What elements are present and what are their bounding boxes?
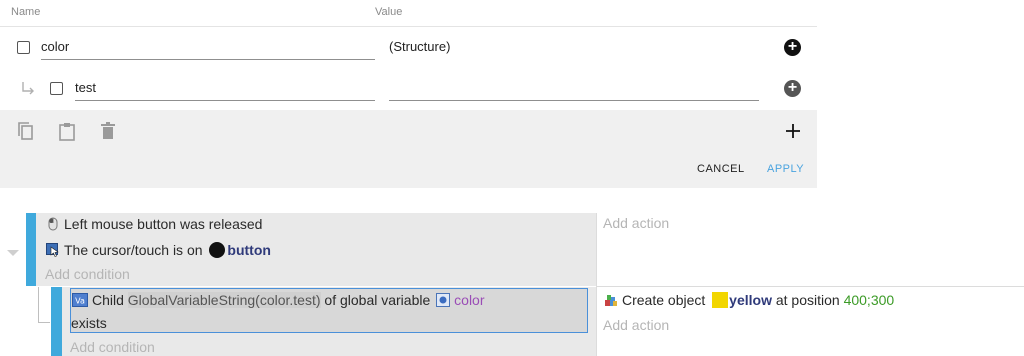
- delete-icon[interactable]: [98, 121, 118, 141]
- add-action-link[interactable]: Add action: [603, 317, 669, 333]
- variable-name: color: [454, 292, 485, 308]
- cursor-on-object-icon: [46, 243, 59, 257]
- row-divider: [597, 286, 1024, 287]
- child-arrow-icon: [22, 82, 34, 95]
- add-condition-link[interactable]: Add condition: [70, 339, 155, 355]
- cancel-button[interactable]: CANCEL: [697, 163, 745, 175]
- condition-cursor-on-object[interactable]: The cursor/touch is on button: [46, 242, 271, 258]
- mouse-icon: [48, 217, 58, 231]
- object-thumbnail-icon: [712, 292, 729, 308]
- variable-value: (Structure): [389, 39, 451, 54]
- variable-row-color[interactable]: color (Structure) +: [0, 27, 817, 67]
- select-checkbox[interactable]: [17, 41, 30, 54]
- variables-editor: Name Value color (Structure) + test + CA…: [0, 0, 817, 188]
- condition-child-exists[interactable]: Va Child GlobalVariableString(color.test…: [72, 292, 485, 308]
- apply-button[interactable]: APPLY: [767, 163, 804, 175]
- columns-header: Name Value: [0, 0, 817, 27]
- global-variable-icon: [436, 293, 451, 307]
- condition-text: Left mouse button was released: [64, 216, 263, 232]
- action-text: Create object: [622, 292, 706, 308]
- expression-parameter: GlobalVariableString(color.test): [127, 292, 321, 308]
- select-checkbox[interactable]: [50, 82, 63, 95]
- condition-text: of global variable: [324, 292, 431, 308]
- condition-text: Child: [92, 292, 124, 308]
- variable-icon: Va: [72, 293, 88, 307]
- add-action-link[interactable]: Add action: [603, 215, 669, 231]
- svg-text:Va: Va: [75, 297, 85, 306]
- object-name: button: [227, 242, 271, 258]
- variable-name-field[interactable]: color: [41, 37, 375, 60]
- condition-mouse-released[interactable]: Left mouse button was released: [46, 216, 262, 232]
- add-child-button[interactable]: +: [784, 39, 801, 56]
- add-variable-icon[interactable]: [783, 121, 803, 141]
- value-column-header: Value: [375, 6, 403, 18]
- add-condition-link[interactable]: Add condition: [45, 266, 130, 282]
- variable-value-field[interactable]: [389, 78, 759, 101]
- create-object-icon: [605, 295, 617, 306]
- object-thumbnail-icon: [209, 242, 226, 258]
- tree-line: [38, 322, 50, 323]
- add-child-button[interactable]: +: [784, 80, 801, 97]
- copy-icon[interactable]: [16, 121, 36, 141]
- condition-text-continued: exists: [71, 315, 107, 331]
- variable-row-test[interactable]: test +: [0, 68, 817, 108]
- paste-icon[interactable]: [57, 121, 77, 141]
- condition-text: The cursor/touch is on: [64, 242, 203, 258]
- event2-bar[interactable]: [51, 287, 62, 356]
- collapse-arrow-icon[interactable]: [6, 249, 20, 257]
- tree-line: [38, 287, 39, 323]
- object-name: yellow: [729, 292, 772, 308]
- event1-bar[interactable]: [26, 213, 36, 286]
- action-text: at position: [775, 292, 840, 308]
- name-column-header: Name: [11, 6, 41, 18]
- variable-name-field[interactable]: test: [75, 78, 375, 101]
- position-parameter: 400;300: [843, 292, 895, 308]
- action-create-object[interactable]: Create object yellow at position 400;300: [604, 292, 894, 308]
- variables-toolbar: [0, 110, 817, 188]
- conditions-actions-divider: [596, 213, 597, 356]
